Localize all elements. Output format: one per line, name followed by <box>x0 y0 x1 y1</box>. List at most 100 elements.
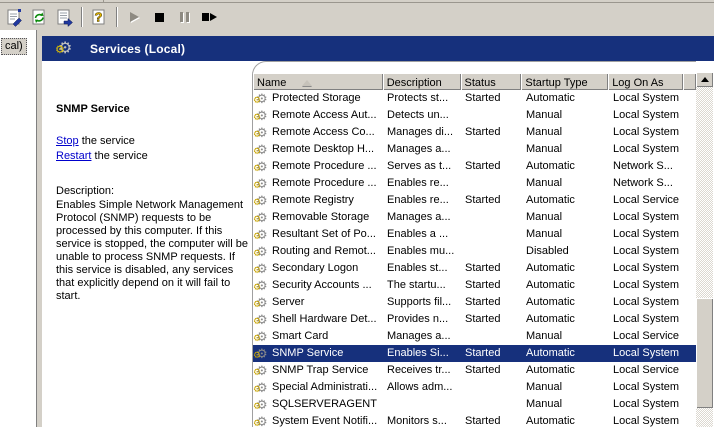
refresh-icon[interactable] <box>27 5 52 29</box>
table-row[interactable]: SNMP Service Enables Si... Started Autom… <box>253 345 696 362</box>
service-status-cell: Started <box>461 192 522 209</box>
svg-text:?: ? <box>95 9 103 24</box>
table-row[interactable]: Protected Storage Protects st... Started… <box>253 90 696 107</box>
stop-service-link[interactable]: Stop <box>56 135 79 147</box>
service-status-cell: Started <box>461 311 522 328</box>
pause-glyph <box>180 12 189 22</box>
service-status-cell <box>461 226 522 243</box>
tree-item-services-local[interactable]: cal) <box>1 38 27 55</box>
service-name-cell: SNMP Service <box>253 345 383 362</box>
service-logon-cell: Local System <box>609 141 684 158</box>
service-logon-cell: Local System <box>609 107 684 124</box>
restart-service-link[interactable]: Restart <box>56 150 91 162</box>
restart-service-suffix: the service <box>91 150 147 162</box>
vertical-scrollbar[interactable] <box>696 72 713 427</box>
service-startup-cell: Disabled <box>522 243 609 260</box>
table-row[interactable]: Remote Access Co... Manages di... Starte… <box>253 124 696 141</box>
service-name-cell: Shell Hardware Det... <box>253 311 383 328</box>
column-header-description[interactable]: Description <box>383 73 461 90</box>
service-status-cell: Started <box>461 362 522 379</box>
export-list-icon[interactable] <box>52 5 77 29</box>
table-row[interactable]: Remote Procedure ... Serves as t... Star… <box>253 158 696 175</box>
table-row[interactable]: Remote Access Aut... Detects un... Manua… <box>253 107 696 124</box>
help-icon[interactable]: ? <box>87 5 112 29</box>
table-row[interactable]: SNMP Trap Service Receives tr... Started… <box>253 362 696 379</box>
service-description-cell: Provides n... <box>383 311 461 328</box>
table-row[interactable]: Server Supports fil... Started Automatic… <box>253 294 696 311</box>
service-logon-cell: Local Service <box>609 362 684 379</box>
toolbar-separator <box>116 7 118 27</box>
table-row[interactable]: Remote Procedure ... Enables re... Manua… <box>253 175 696 192</box>
table-row[interactable]: Smart Card Manages a... Manual Local Ser… <box>253 328 696 345</box>
service-startup-cell: Manual <box>522 175 609 192</box>
column-header-startup-type[interactable]: Startup Type <box>521 73 608 90</box>
column-header-status[interactable]: Status <box>461 73 522 90</box>
service-logon-cell: Local Service <box>609 328 684 345</box>
service-startup-cell: Manual <box>522 226 609 243</box>
table-row[interactable]: SQLSERVERAGENT Manual Local System <box>253 396 696 413</box>
service-description-cell: Enables Si... <box>383 345 461 362</box>
properties-icon[interactable] <box>2 5 27 29</box>
service-name-cell: Remote Procedure ... <box>253 175 383 192</box>
service-name-cell: Secondary Logon <box>253 260 383 277</box>
start-service-icon[interactable] <box>122 5 147 29</box>
services-list-view: Name Description Status Startup Type Log… <box>252 61 696 427</box>
service-name-cell: Remote Procedure ... <box>253 158 383 175</box>
table-row[interactable]: Shell Hardware Det... Provides n... Star… <box>253 311 696 328</box>
column-header-log-on-as[interactable]: Log On As <box>608 73 683 90</box>
service-logon-cell: Local System <box>609 379 684 396</box>
service-status-cell <box>461 328 522 345</box>
table-row[interactable]: Removable Storage Manages a... Manual Lo… <box>253 209 696 226</box>
service-description-cell <box>383 396 461 413</box>
service-name-cell: Remote Access Co... <box>253 124 383 141</box>
console-tree-panel: cal) <box>0 30 37 427</box>
services-gear-icon <box>56 40 76 58</box>
table-row[interactable]: Resultant Set of Po... Enables a ... Man… <box>253 226 696 243</box>
service-name-cell: SNMP Trap Service <box>253 362 383 379</box>
up-arrow-icon <box>701 77 709 82</box>
table-row[interactable]: Special Administrati... Allows adm... Ma… <box>253 379 696 396</box>
service-status-cell: Started <box>461 413 522 427</box>
stop-service-icon[interactable] <box>147 5 172 29</box>
service-startup-cell: Manual <box>522 141 609 158</box>
service-logon-cell: Local System <box>609 396 684 413</box>
service-gear-icon <box>254 142 270 158</box>
service-gear-icon <box>254 210 270 226</box>
menu-bar-separator <box>103 0 104 3</box>
scrollbar-thumb[interactable] <box>696 298 713 408</box>
pause-service-icon[interactable] <box>172 5 197 29</box>
service-logon-cell: Local System <box>609 413 684 427</box>
table-row[interactable]: Security Accounts ... The startu... Star… <box>253 277 696 294</box>
service-description-cell: Enables mu... <box>383 243 461 260</box>
service-gear-icon <box>254 363 270 379</box>
service-gear-icon <box>254 159 270 175</box>
service-gear-icon <box>254 397 270 413</box>
services-mmc-window: ? cal) Services (Local) SNMP Service Sto… <box>0 0 714 427</box>
service-status-cell <box>461 396 522 413</box>
service-logon-cell: Local System <box>609 260 684 277</box>
service-status-cell: Started <box>461 124 522 141</box>
service-description-cell: Manages di... <box>383 124 461 141</box>
scrollbar-track[interactable] <box>696 87 713 427</box>
stop-glyph <box>155 13 164 22</box>
table-row[interactable]: Routing and Remot... Enables mu... Disab… <box>253 243 696 260</box>
table-row[interactable]: Remote Registry Enables re... Started Au… <box>253 192 696 209</box>
column-header-name[interactable]: Name <box>253 73 383 90</box>
service-status-cell <box>461 175 522 192</box>
table-row[interactable]: System Event Notifi... Monitors s... Sta… <box>253 413 696 427</box>
service-gear-icon <box>254 312 270 328</box>
table-row[interactable]: Remote Desktop H... Manages a... Manual … <box>253 141 696 158</box>
table-row[interactable]: Secondary Logon Enables st... Started Au… <box>253 260 696 277</box>
service-gear-icon <box>254 295 270 311</box>
service-status-cell: Started <box>461 158 522 175</box>
service-name-cell: Removable Storage <box>253 209 383 226</box>
service-description-cell: Enables re... <box>383 175 461 192</box>
service-description-cell: Monitors s... <box>383 413 461 427</box>
service-startup-cell: Automatic <box>522 311 609 328</box>
service-name-cell: Remote Desktop H... <box>253 141 383 158</box>
service-description-cell: Enables a ... <box>383 226 461 243</box>
scroll-up-button[interactable] <box>696 72 713 87</box>
services-pane: Services (Local) SNMP Service Stop the s… <box>42 30 714 427</box>
service-name-cell: Protected Storage <box>253 90 383 107</box>
restart-service-icon[interactable] <box>197 5 222 29</box>
